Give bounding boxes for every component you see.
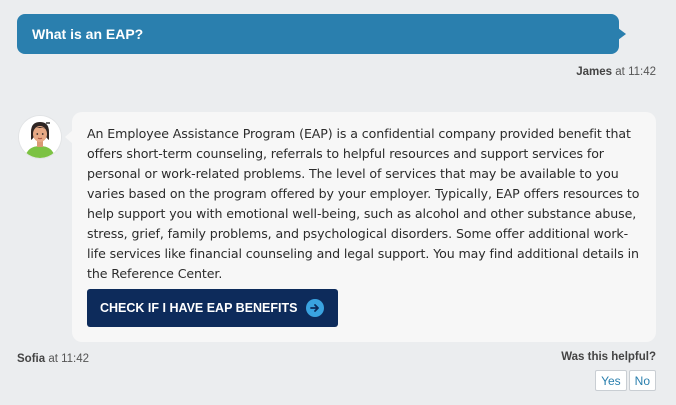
user-message-time: at 11:42 [615, 66, 656, 78]
bot-message-meta: Sofia at 11:42 [17, 353, 89, 365]
user-message-bubble: What is an EAP? [17, 14, 626, 54]
feedback-buttons: Yes No [595, 370, 656, 391]
feedback-yes-button[interactable]: Yes [595, 370, 627, 391]
arrow-right-circle-icon [306, 299, 324, 317]
user-name: James [576, 66, 613, 78]
bot-message-time: at 11:42 [48, 353, 90, 365]
sofia-avatar [19, 116, 61, 158]
user-message-text: What is an EAP? [32, 26, 144, 42]
feedback-no-button[interactable]: No [628, 370, 656, 391]
bot-name: Sofia [17, 353, 46, 365]
bot-message-text: An Employee Assistance Program (EAP) is … [87, 126, 640, 281]
bot-message-bubble: An Employee Assistance Program (EAP) is … [65, 112, 656, 342]
check-eap-benefits-button[interactable]: CHECK IF I HAVE EAP BENEFITS [87, 289, 338, 327]
feedback-question: Was this helpful? [561, 351, 656, 363]
sofia-avatar-icon [19, 116, 61, 158]
user-message-meta: James at 11:42 [576, 66, 656, 78]
check-eap-benefits-label: CHECK IF I HAVE EAP BENEFITS [100, 301, 298, 315]
